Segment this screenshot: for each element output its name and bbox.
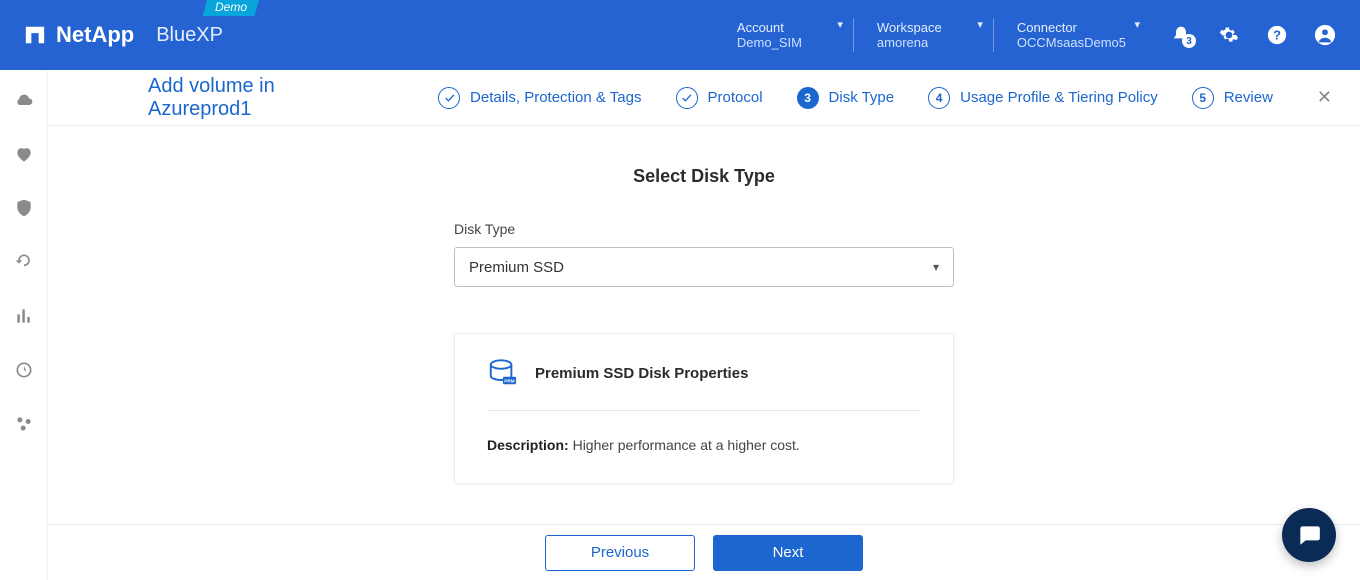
chevron-down-icon: ▾	[1134, 18, 1140, 31]
app-header: Demo NetApp BlueXP Account Demo_SIM ▾ Wo…	[0, 0, 1360, 70]
step-usage-profile[interactable]: 4 Usage Profile & Tiering Policy	[928, 87, 1158, 109]
demo-tag: Demo	[203, 0, 260, 16]
svg-text:?: ?	[1273, 28, 1281, 43]
step-label: Usage Profile & Tiering Policy	[960, 89, 1158, 106]
connector-label: Connector	[1017, 20, 1126, 35]
reports-icon[interactable]	[14, 306, 34, 326]
side-rail	[0, 70, 48, 580]
step-number: 4	[928, 87, 950, 109]
disk-icon: PRM	[487, 358, 517, 388]
step-disk-type[interactable]: 3 Disk Type	[797, 87, 895, 109]
wizard-footer: Previous Next	[48, 524, 1360, 580]
previous-button[interactable]: Previous	[545, 535, 695, 571]
check-icon	[680, 91, 693, 104]
next-button[interactable]: Next	[713, 535, 863, 571]
netapp-logo-icon	[24, 24, 46, 46]
step-label: Protocol	[708, 89, 763, 106]
notifications-button[interactable]: 3	[1170, 24, 1192, 46]
step-protocol[interactable]: Protocol	[676, 87, 763, 109]
chevron-down-icon: ▾	[837, 18, 843, 31]
cloud-icon[interactable]	[14, 90, 34, 110]
user-icon	[1314, 24, 1336, 46]
account-label: Account	[737, 20, 829, 35]
help-icon: ?	[1266, 24, 1288, 46]
settings-button[interactable]	[1218, 24, 1240, 46]
card-description: Description: Higher performance at a hig…	[487, 411, 921, 453]
help-button[interactable]: ?	[1266, 24, 1288, 46]
workspace-selector[interactable]: Workspace amorena ▾	[853, 0, 993, 70]
sync-icon[interactable]	[14, 360, 34, 380]
integrations-icon[interactable]	[14, 414, 34, 434]
header-actions: 3 ?	[1170, 24, 1336, 46]
account-value: Demo_SIM	[737, 35, 829, 50]
disk-type-value: Premium SSD	[469, 259, 564, 276]
check-icon	[443, 91, 456, 104]
brand-block[interactable]: NetApp BlueXP	[24, 22, 223, 48]
chat-fab[interactable]	[1282, 508, 1336, 562]
close-wizard-button[interactable]: ✕	[1317, 87, 1332, 108]
profile-button[interactable]	[1314, 24, 1336, 46]
disk-type-select[interactable]: Premium SSD ▾	[454, 247, 954, 287]
disk-type-label: Disk Type	[454, 221, 954, 237]
account-selector[interactable]: Account Demo_SIM ▾	[713, 0, 853, 70]
brand-name: NetApp	[56, 22, 134, 48]
step-details[interactable]: Details, Protection & Tags	[438, 87, 641, 109]
backup-icon[interactable]	[14, 252, 34, 272]
chevron-down-icon: ▾	[977, 18, 983, 31]
wizard-title: Add volume in Azureprod1	[148, 75, 378, 121]
workspace-value: amorena	[877, 35, 969, 50]
chat-icon	[1296, 522, 1322, 548]
wizard-steps: Details, Protection & Tags Protocol 3 Di…	[438, 87, 1332, 109]
workspace-label: Workspace	[877, 20, 969, 35]
connector-value: OCCMsaasDemo5	[1017, 35, 1126, 50]
notification-count: 3	[1182, 34, 1196, 48]
chevron-down-icon: ▾	[933, 260, 939, 274]
step-label: Details, Protection & Tags	[470, 89, 641, 106]
step-number: 5	[1192, 87, 1214, 109]
card-title: Premium SSD Disk Properties	[535, 365, 748, 382]
step-label: Disk Type	[829, 89, 895, 106]
wizard-header: Add volume in Azureprod1 Details, Protec…	[48, 70, 1360, 126]
product-name: BlueXP	[156, 24, 223, 47]
disk-type-form: Disk Type Premium SSD ▾ PRM Premium SSD …	[454, 221, 954, 484]
step-label: Review	[1224, 89, 1273, 106]
connector-selector[interactable]: Connector OCCMsaasDemo5 ▾	[993, 0, 1150, 70]
context-selectors: Account Demo_SIM ▾ Workspace amorena ▾ C…	[713, 0, 1150, 70]
svg-text:PRM: PRM	[504, 378, 514, 383]
step-review[interactable]: 5 Review	[1192, 87, 1273, 109]
health-icon[interactable]	[14, 144, 34, 164]
step-number: 3	[797, 87, 819, 109]
gear-icon	[1219, 25, 1239, 45]
section-title: Select Disk Type	[633, 166, 775, 187]
wizard-content: Select Disk Type Disk Type Premium SSD ▾…	[48, 126, 1360, 524]
shield-icon[interactable]	[14, 198, 34, 218]
disk-properties-card: PRM Premium SSD Disk Properties Descript…	[454, 333, 954, 484]
